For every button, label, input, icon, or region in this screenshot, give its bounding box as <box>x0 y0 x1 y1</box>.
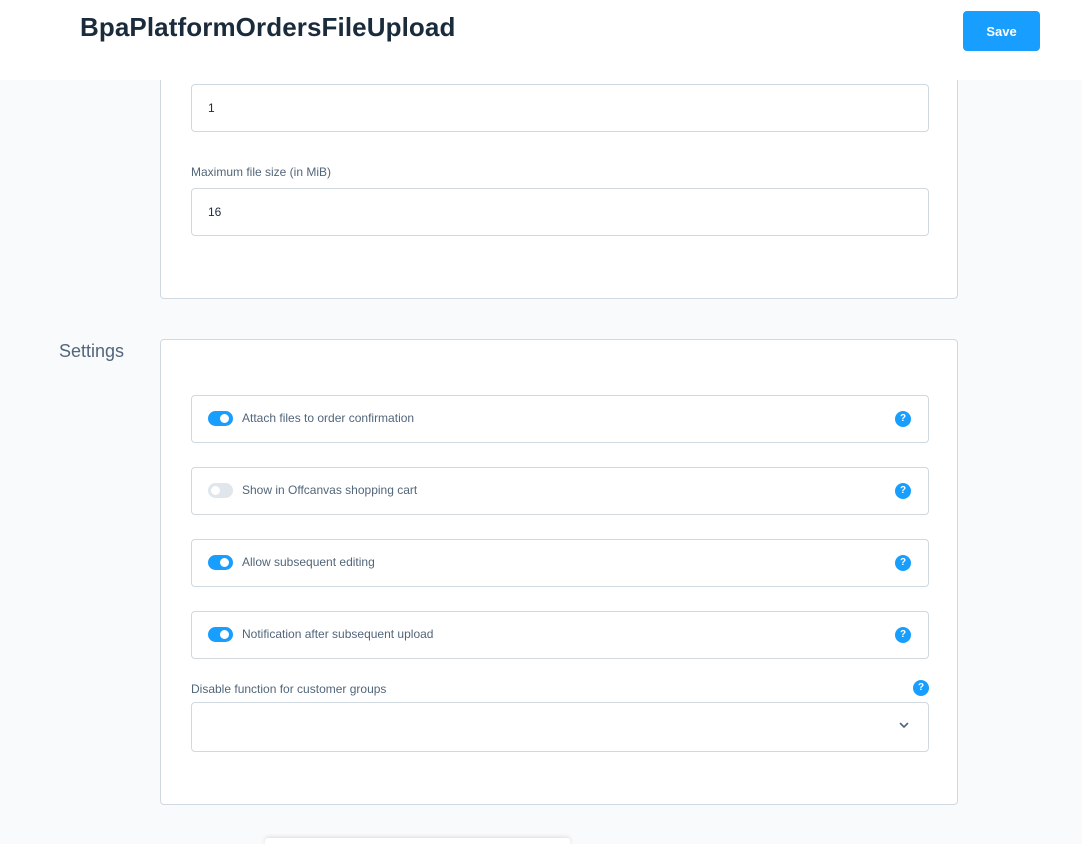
offcanvas-cart-label: Show in Offcanvas shopping cart <box>242 483 418 497</box>
customer-groups-label: Disable function for customer groups <box>191 682 387 696</box>
toggle-knob <box>220 414 229 423</box>
subsequent-editing-toggle[interactable] <box>208 555 233 570</box>
max-file-size-input[interactable] <box>191 188 929 236</box>
settings-card: Attach files to order confirmation ? Sho… <box>160 339 958 805</box>
upload-limits-card: Maximum file size (in MiB) <box>160 50 958 299</box>
next-card-edge <box>265 838 570 844</box>
chevron-down-icon <box>899 722 909 728</box>
switch-row-attach-files: Attach files to order confirmation ? <box>191 395 929 443</box>
toggle-knob <box>220 630 229 639</box>
toggle-knob <box>220 558 229 567</box>
help-icon[interactable]: ? <box>895 627 911 643</box>
help-icon[interactable]: ? <box>895 483 911 499</box>
switch-row-upload-notification: Notification after subsequent upload ? <box>191 611 929 659</box>
smart-bar: BpaPlatformOrdersFileUpload Save <box>0 0 1082 80</box>
help-icon[interactable]: ? <box>895 555 911 571</box>
upload-notification-toggle[interactable] <box>208 627 233 642</box>
max-file-size-label: Maximum file size (in MiB) <box>191 165 332 179</box>
attach-files-label: Attach files to order confirmation <box>242 411 415 425</box>
toggle-knob <box>211 486 220 495</box>
settings-section-title: Settings <box>59 341 125 361</box>
offcanvas-cart-toggle[interactable] <box>208 483 233 498</box>
file-count-input[interactable] <box>191 84 929 132</box>
save-button[interactable]: Save <box>963 11 1040 51</box>
switch-row-subsequent-editing: Allow subsequent editing ? <box>191 539 929 587</box>
attach-files-toggle[interactable] <box>208 411 233 426</box>
help-icon[interactable]: ? <box>913 680 929 696</box>
page-title: BpaPlatformOrdersFileUpload <box>80 12 456 42</box>
upload-notification-label: Notification after subsequent upload <box>242 627 434 641</box>
subsequent-editing-label: Allow subsequent editing <box>242 555 375 569</box>
switch-row-offcanvas-cart: Show in Offcanvas shopping cart ? <box>191 467 929 515</box>
customer-groups-select[interactable] <box>191 702 929 752</box>
help-icon[interactable]: ? <box>895 411 911 427</box>
